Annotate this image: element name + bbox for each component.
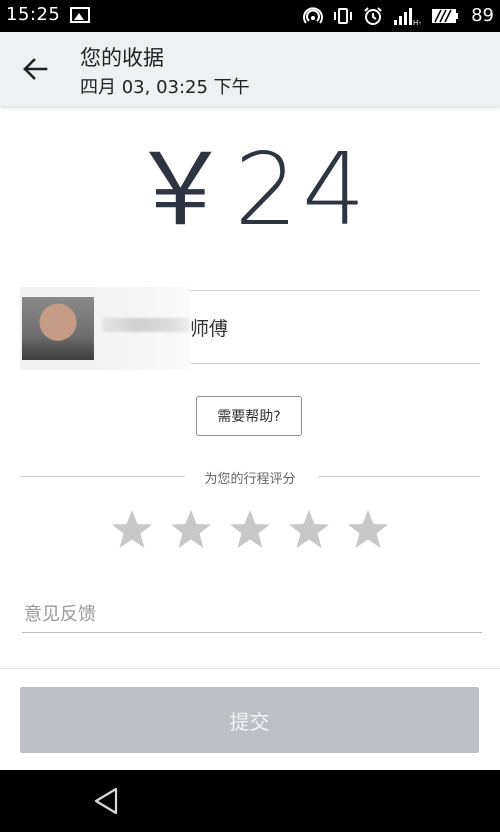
feedback-field[interactable] [22, 596, 482, 633]
signal-icon: H+ [394, 7, 421, 26]
driver-name-suffix: 师傅 [190, 318, 229, 340]
star-icon[interactable] [110, 508, 154, 552]
image-icon [70, 7, 90, 23]
avatar [22, 297, 94, 360]
star-icon[interactable] [346, 508, 390, 552]
star-icon[interactable] [169, 508, 213, 552]
app-header: 您的收据 四月 03, 03:25 下午 [0, 32, 500, 106]
star-icon[interactable] [287, 508, 331, 552]
star-icon[interactable] [228, 508, 272, 552]
nav-back-icon[interactable] [92, 786, 122, 816]
driver-name-redacted [102, 318, 190, 332]
rating-stars [110, 508, 390, 552]
divider [190, 363, 480, 364]
vibrate-icon [334, 7, 353, 24]
receipt-date: 四月 03, 03:25 下午 [80, 77, 250, 98]
help-button[interactable]: 需要帮助? [196, 396, 302, 436]
divider [318, 476, 480, 477]
rating-label: 为您的行程评分 [204, 472, 296, 487]
alarm-icon [364, 6, 382, 25]
status-time: 15:25 [6, 4, 61, 25]
status-bar: 15:25 H+ 89 [0, 0, 500, 32]
divider [190, 290, 480, 291]
hotspot-icon [303, 6, 324, 24]
status-icons: H+ 89 [303, 5, 494, 26]
battery-percent: 89 [471, 5, 494, 26]
svg-text:H+: H+ [413, 19, 421, 26]
back-arrow-icon[interactable] [22, 56, 48, 82]
battery-icon [432, 8, 459, 23]
navigation-bar [0, 770, 500, 832]
submit-button[interactable]: 提交 [20, 687, 479, 753]
page-title: 您的收据 [80, 46, 164, 70]
fare-amount: ￥24 [130, 131, 370, 248]
divider [0, 668, 500, 669]
